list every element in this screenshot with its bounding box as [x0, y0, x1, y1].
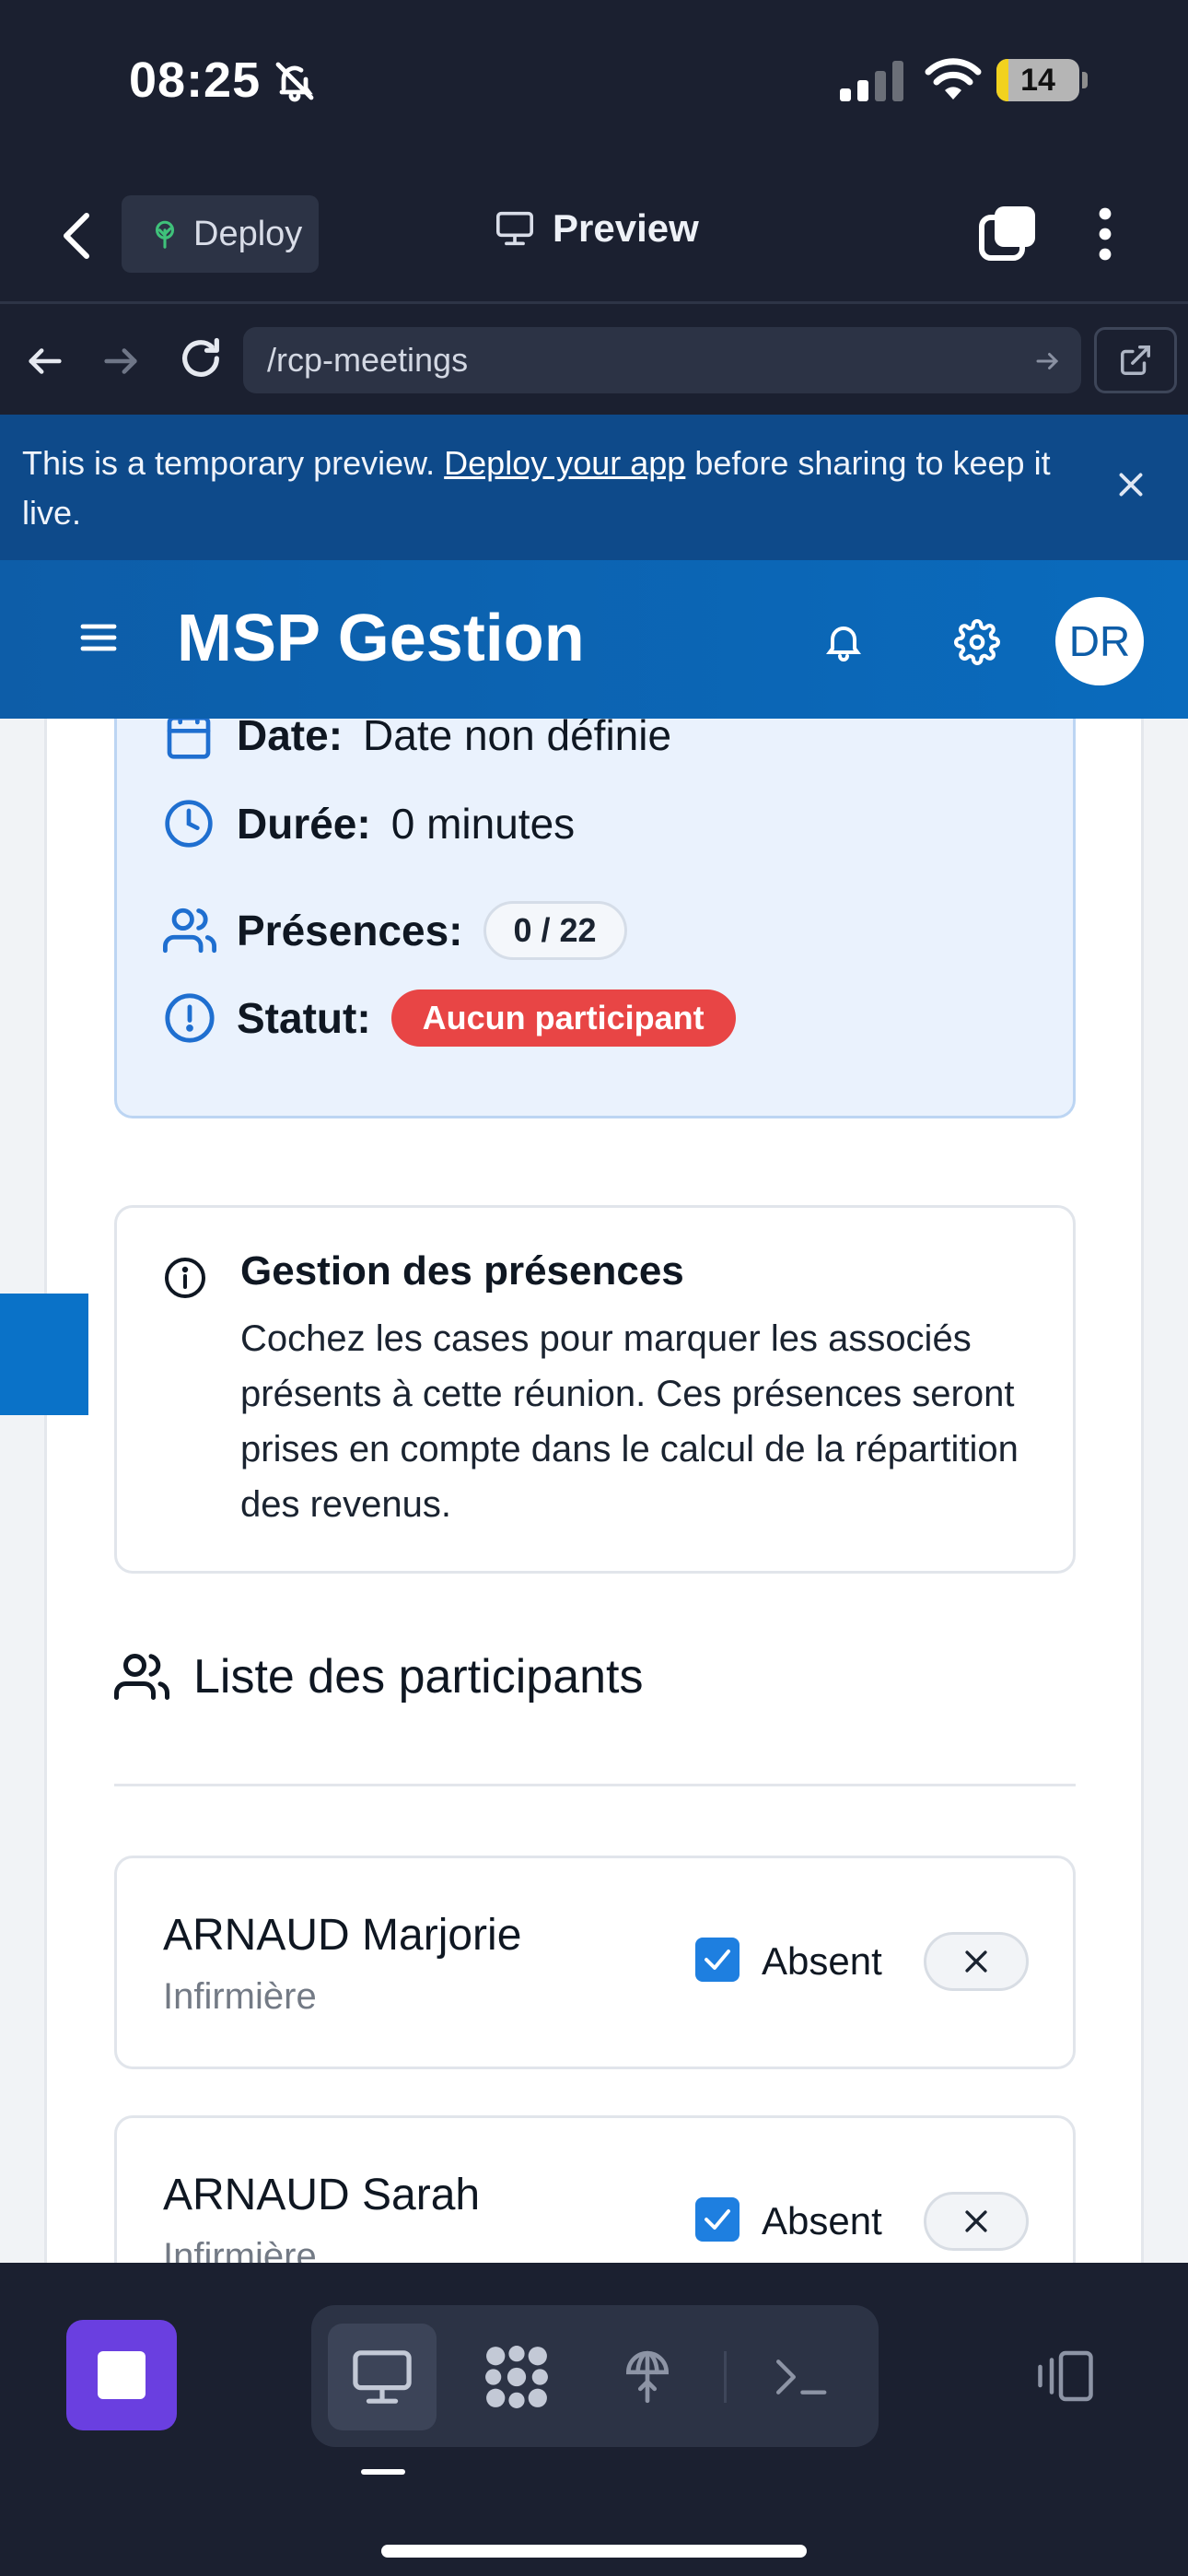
duration-label: Durée:: [237, 800, 371, 848]
attendance-status: Absent: [762, 2199, 882, 2242]
x-icon: [965, 1950, 987, 1973]
participant-card: ARNAUD Sarah Infirmière Absent: [114, 2115, 1076, 2263]
arrow-right-icon[interactable]: [99, 340, 142, 382]
stop-button[interactable]: [66, 2320, 177, 2430]
tab-separator: [724, 2351, 727, 2403]
preview-label: Preview: [553, 206, 699, 250]
check-icon: [705, 1950, 730, 1970]
presence-row: Présences: 0 / 22: [163, 901, 627, 960]
deploy-app-link[interactable]: Deploy your app: [444, 444, 685, 482]
open-external-button[interactable]: [1094, 327, 1177, 393]
tab-shell[interactable]: [746, 2324, 855, 2430]
presence-checkbox[interactable]: [695, 1938, 740, 1982]
date-row: Date: Date non définie: [163, 719, 671, 761]
avatar[interactable]: DR: [1055, 597, 1144, 685]
url-text: /rcp-meetings: [267, 341, 469, 379]
status-bar: 08:25 14: [0, 0, 1188, 166]
participant-card: ARNAUD Marjorie Infirmière Absent: [114, 1856, 1076, 2069]
remove-participant-button[interactable]: [924, 2192, 1029, 2251]
temporary-preview-banner: This is a temporary preview. Deploy your…: [0, 415, 1188, 560]
tab-apps[interactable]: [462, 2324, 571, 2430]
stop-icon: [98, 2351, 146, 2399]
tab-deployments[interactable]: [593, 2324, 702, 2430]
status-label: Statut:: [237, 994, 371, 1042]
participant-name: ARNAUD Marjorie: [163, 1911, 522, 1960]
go-arrow-icon[interactable]: [1033, 347, 1061, 375]
clock-time: 08:25: [129, 53, 262, 108]
divider: [114, 1784, 1076, 1786]
bell-off-icon: [275, 62, 314, 102]
attendance-status: Absent: [762, 1939, 882, 1983]
check-icon: [705, 2209, 730, 2230]
side-drawer-handle[interactable]: [0, 1294, 88, 1415]
app-title: MSP Gestion: [177, 602, 585, 675]
calendar-icon: [167, 719, 211, 759]
participants-heading: Liste des participants: [114, 1649, 644, 1704]
app-header: Deploy Preview: [0, 166, 1188, 304]
chevron-left-icon[interactable]: [57, 210, 98, 262]
gear-icon[interactable]: [954, 619, 1000, 665]
users-icon: [114, 1654, 169, 1700]
notice-title: Gestion des présences: [240, 1248, 684, 1294]
terminal-icon: [776, 2359, 827, 2395]
alert-circle-icon: [165, 993, 215, 1043]
participant-role: Infirmière: [163, 2236, 317, 2263]
users-icon: [163, 907, 216, 954]
battery-tip: [1082, 72, 1088, 88]
presence-checkbox[interactable]: [695, 2197, 740, 2242]
info-icon: [165, 1258, 205, 1298]
globe-icon: [626, 2350, 669, 2404]
active-tab-indicator: [361, 2469, 405, 2475]
monitor-icon: [496, 211, 533, 246]
browser-bar: /rcp-meetings: [0, 307, 1188, 415]
banner-text: This is a temporary preview.: [22, 444, 445, 482]
date-value: Date non définie: [363, 719, 672, 759]
app-navbar: MSP Gestion DR: [0, 560, 1188, 719]
remove-participant-button[interactable]: [924, 1932, 1029, 1991]
main-content[interactable]: Date: Date non définie Durée: 0 minutes …: [0, 719, 1188, 2263]
bell-icon[interactable]: [821, 619, 866, 663]
tab-preview[interactable]: [328, 2324, 437, 2430]
presence-label: Présences:: [237, 907, 463, 954]
external-link-icon: [1121, 345, 1150, 375]
tabs-icon[interactable]: [978, 203, 1039, 263]
battery-percent: 14: [1020, 63, 1055, 98]
status-row: Statut: Aucun participant: [163, 989, 736, 1047]
apps-icon: [485, 2346, 548, 2408]
tree-icon: [155, 220, 175, 249]
meeting-summary-card: Date: Date non définie Durée: 0 minutes …: [114, 719, 1076, 1118]
x-icon: [965, 2210, 987, 2232]
participant-role: Infirmière: [163, 1976, 317, 2017]
kebab-icon[interactable]: [1096, 206, 1114, 262]
bottom-toolbar: [0, 2263, 1188, 2576]
date-label: Date:: [237, 719, 344, 759]
preview-tab[interactable]: Preview: [494, 206, 699, 251]
clock-icon: [165, 800, 213, 848]
presence-count-badge: 0 / 22: [483, 901, 627, 960]
signal-icon: [840, 61, 903, 101]
url-input[interactable]: /rcp-meetings: [243, 327, 1081, 393]
wifi-icon: [925, 58, 982, 100]
home-indicator: [381, 2545, 807, 2558]
battery-indicator: 14: [996, 59, 1079, 101]
duration-row: Durée: 0 minutes: [163, 798, 575, 849]
arrow-left-icon[interactable]: [24, 340, 66, 382]
deploy-button[interactable]: Deploy: [122, 195, 319, 273]
deploy-label: Deploy: [193, 214, 303, 253]
workspace-tab-group: [311, 2305, 879, 2447]
close-icon[interactable]: [1114, 468, 1147, 501]
menu-icon[interactable]: [79, 621, 118, 654]
notice-body: Cochez les cases pour marquer les associ…: [240, 1318, 1019, 1525]
participant-name: ARNAUD Sarah: [163, 2171, 481, 2219]
participants-title: Liste des participants: [193, 1650, 644, 1704]
attendance-info-card: Gestion des présences Cochez les cases p…: [114, 1205, 1076, 1574]
reload-icon[interactable]: [177, 334, 225, 382]
status-badge: Aucun participant: [390, 989, 736, 1047]
devices-icon[interactable]: [1033, 2348, 1098, 2405]
desktop-icon: [353, 2350, 412, 2404]
duration-value: 0 minutes: [390, 800, 576, 848]
